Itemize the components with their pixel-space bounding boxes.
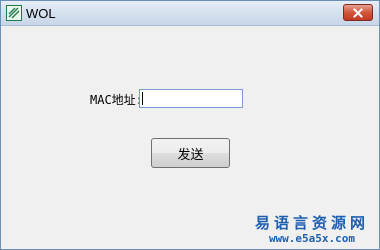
close-button[interactable] [343,4,373,21]
mac-address-input[interactable] [139,89,243,108]
close-icon [353,7,363,18]
send-button[interactable]: 发送 [151,138,230,168]
mac-address-label: MAC地址: [90,93,143,107]
watermark: 易语言资源网 www.e5a5x.com [255,214,369,245]
wol-window: WOL MAC地址: 发送 易语言资源网 www.e5a5x.com [0,0,380,250]
client-area: MAC地址: 发送 易语言资源网 www.e5a5x.com [1,26,379,249]
window-title: WOL [26,6,56,21]
title-bar[interactable]: WOL [1,1,379,26]
watermark-url: www.e5a5x.com [268,232,356,245]
watermark-text: 易语言资源网 [254,214,369,232]
text-caret [142,92,143,105]
app-icon [6,5,22,21]
